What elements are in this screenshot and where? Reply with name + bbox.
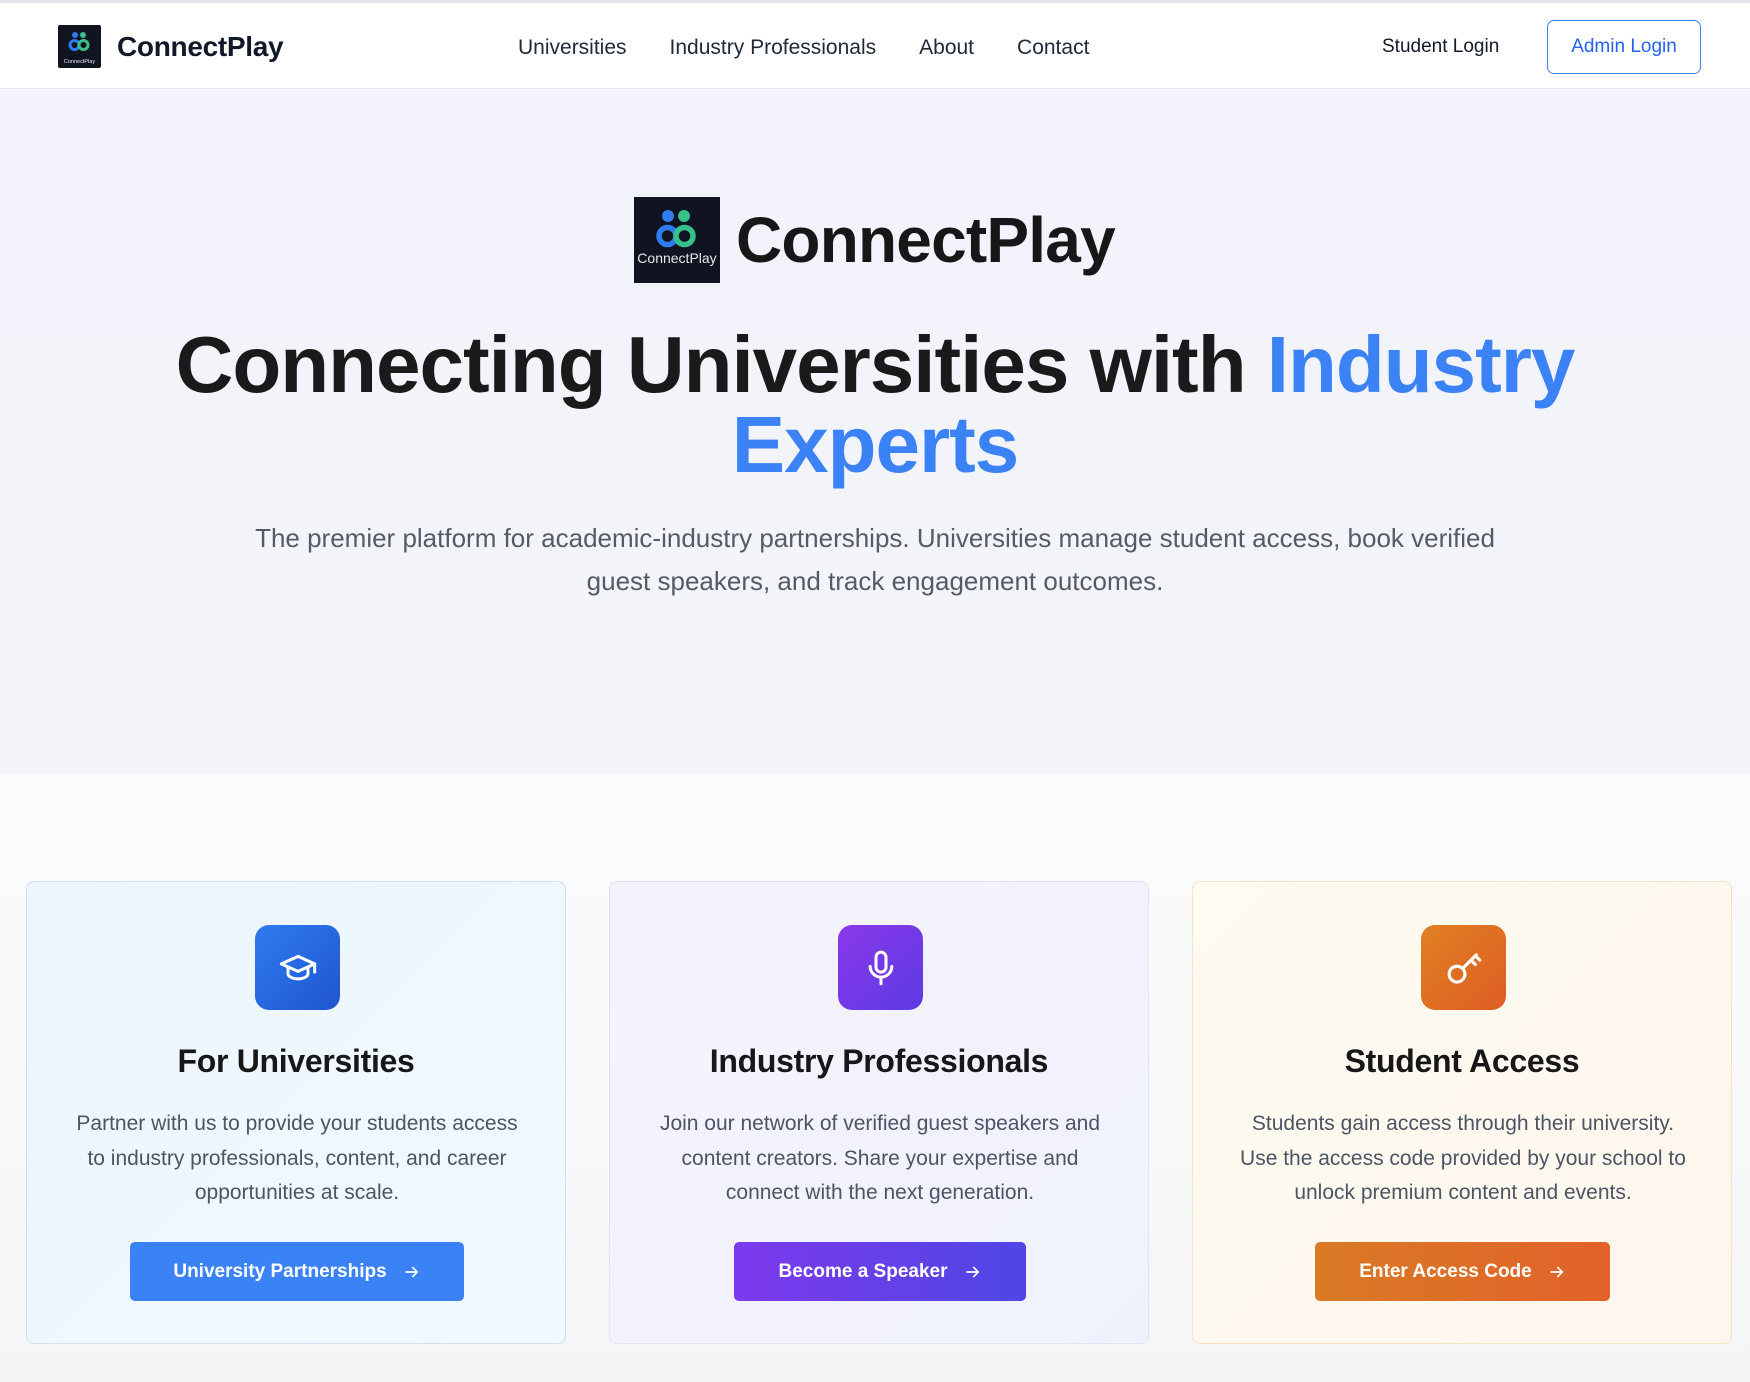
arrow-right-icon (965, 1266, 979, 1277)
connectplay-logo-icon: ConnectPlay (58, 25, 101, 68)
enter-access-code-button[interactable]: Enter Access Code (1315, 1242, 1610, 1301)
card-title: Student Access (1344, 1043, 1580, 1079)
nav-link-industry-professionals[interactable]: Industry Professionals (670, 36, 877, 60)
hero-section: ConnectPlay ConnectPlay Connecting Unive… (0, 90, 1750, 774)
nav-link-about[interactable]: About (919, 36, 974, 60)
card-universities: For Universities Partner with us to prov… (26, 881, 566, 1344)
arrow-right-icon (1549, 1266, 1563, 1277)
hero-title-main: Connecting Universities with (175, 320, 1267, 409)
logo-caption: ConnectPlay (637, 250, 716, 266)
card-title: For Universities (177, 1043, 415, 1079)
hero-brand-name: ConnectPlay (736, 204, 1116, 276)
arrow-right-icon (404, 1266, 418, 1277)
main-nav: Universities Industry Professionals Abou… (518, 33, 1132, 63)
card-industry-professionals: Industry Professionals Join our network … (609, 881, 1149, 1344)
svg-text:ConnectPlay: ConnectPlay (64, 59, 95, 65)
microphone-icon (838, 925, 923, 1010)
key-icon (1421, 925, 1506, 1010)
become-speaker-button[interactable]: Become a Speaker (734, 1242, 1026, 1301)
card-text: Students gain access through their unive… (1240, 1112, 1686, 1204)
card-title: Industry Professionals (709, 1043, 1049, 1079)
hero-brand: ConnectPlay ConnectPlay (634, 197, 1116, 283)
card-student-access: Student Access Students gain access thro… (1192, 881, 1732, 1344)
brand-name: ConnectPlay (117, 30, 284, 62)
nav-link-contact[interactable]: Contact (1017, 36, 1089, 60)
admin-login-button[interactable]: Admin Login (1547, 20, 1701, 74)
nav-link-universities[interactable]: Universities (518, 36, 627, 60)
hero-title: Connecting Universities with Industry Ex… (90, 325, 1660, 485)
connectplay-logo-icon: ConnectPlay (634, 197, 720, 283)
university-partnerships-button[interactable]: University Partnerships (130, 1242, 464, 1301)
card-text: Join our network of verified guest speak… (659, 1112, 1101, 1204)
top-navbar: ConnectPlay ConnectPlay Universities Ind… (0, 3, 1750, 89)
hero-subtitle: The premier platform for academic-indust… (255, 523, 1495, 596)
button-label: Become a Speaker (778, 1260, 948, 1282)
graduation-cap-icon (255, 925, 340, 1010)
card-text: Partner with us to provide your students… (76, 1112, 518, 1204)
button-label: University Partnerships (173, 1260, 387, 1282)
student-login-link[interactable]: Student Login (1382, 36, 1499, 58)
button-label: Enter Access Code (1359, 1260, 1532, 1282)
brand[interactable]: ConnectPlay ConnectPlay (58, 25, 284, 68)
